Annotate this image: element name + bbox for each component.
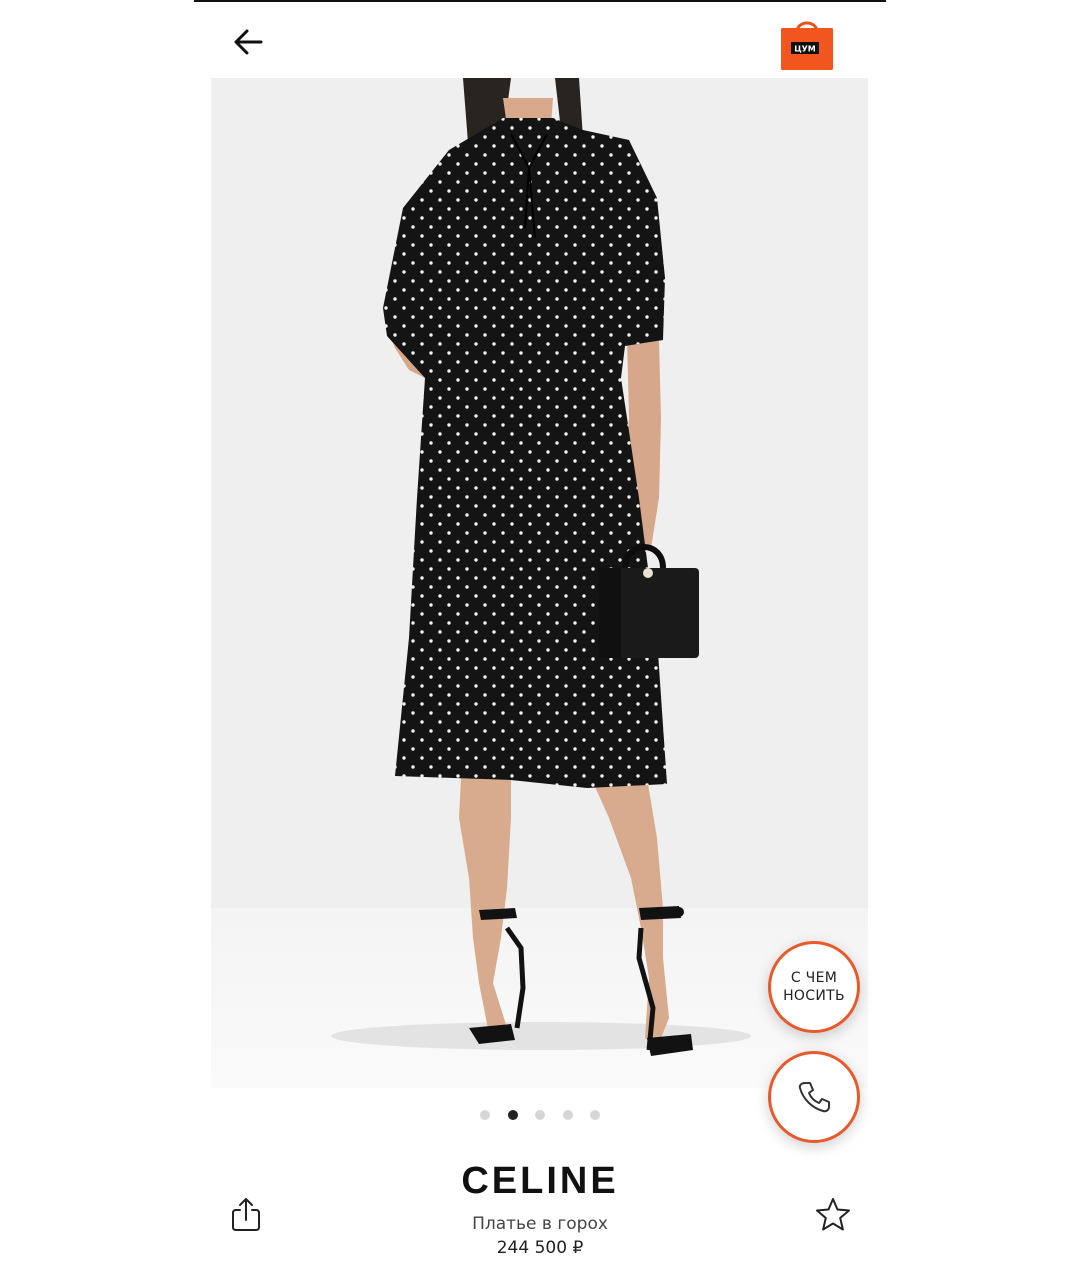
carousel-dot[interactable] <box>535 1110 545 1120</box>
carousel-dot[interactable] <box>590 1110 600 1120</box>
carousel-indicator <box>480 1108 600 1122</box>
what-to-wear-button[interactable]: С ЧЕМ НОСИТЬ <box>768 941 860 1033</box>
favorite-button[interactable] <box>814 1196 852 1234</box>
call-button[interactable] <box>768 1051 860 1143</box>
share-button[interactable] <box>228 1196 264 1232</box>
product-image <box>211 78 868 1088</box>
product-photo[interactable] <box>211 78 868 1088</box>
brand-name[interactable]: CELINE <box>390 1160 690 1203</box>
back-button[interactable] <box>226 22 270 62</box>
carousel-dot[interactable] <box>480 1110 490 1120</box>
what-to-wear-label: С ЧЕМ НОСИТЬ <box>783 970 845 1004</box>
shopping-bag-icon: ЦУМ <box>781 21 833 70</box>
bag-logo-text: ЦУМ <box>794 45 816 54</box>
star-icon <box>816 1198 850 1231</box>
cart-button[interactable]: ЦУМ <box>778 14 836 72</box>
product-price: 244 500 ₽ <box>496 1238 584 1258</box>
phone-icon <box>798 1082 830 1113</box>
product-name: Платье в горох <box>472 1214 608 1234</box>
arrow-left-icon <box>234 29 263 55</box>
share-icon <box>232 1198 260 1231</box>
carousel-dot-active[interactable] <box>507 1110 518 1120</box>
carousel-dot[interactable] <box>562 1110 573 1120</box>
top-bar: ЦУМ <box>194 2 886 78</box>
